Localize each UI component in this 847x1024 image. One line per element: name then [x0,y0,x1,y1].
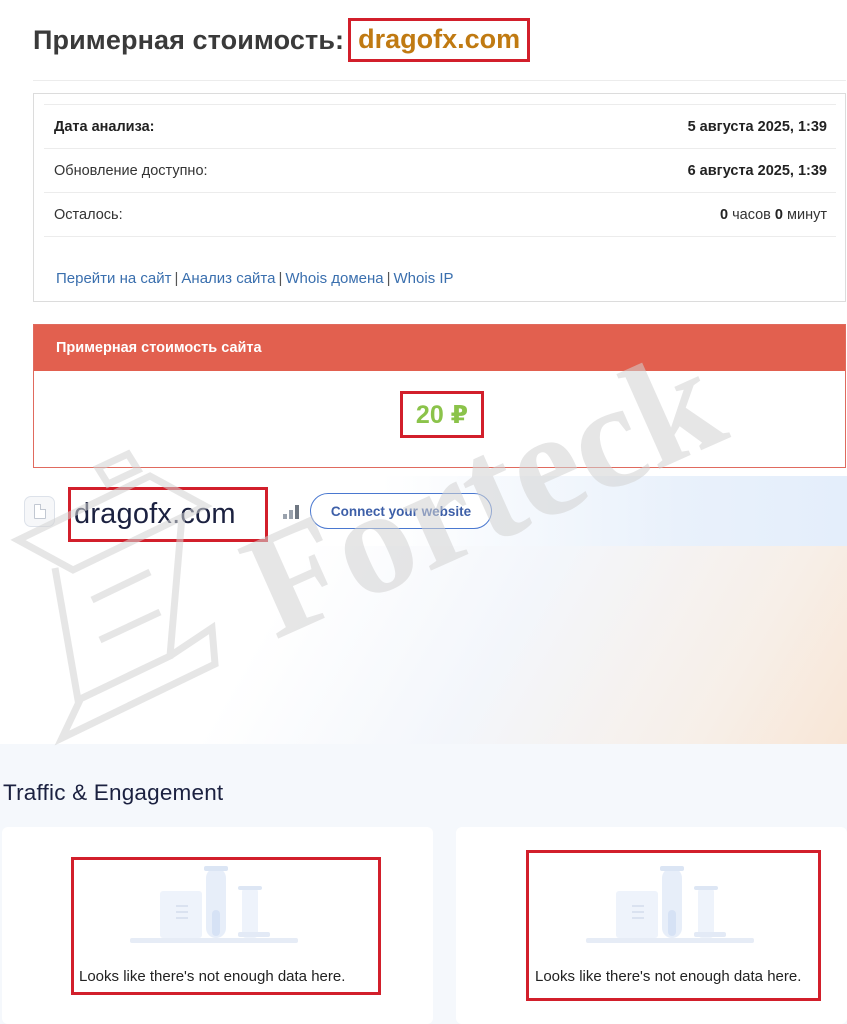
title-divider [33,80,846,81]
empty-state-message: Looks like there's not enough data here. [535,968,802,985]
title-domain: dragofx.com [348,18,531,62]
info-row-remaining: Осталось: 0 часов 0 минут [44,193,836,237]
info-row-analysis-date: Дата анализа: 5 августа 2025, 1:39 [44,105,836,149]
bar-chart-icon-bar [283,514,287,519]
info-value: 6 августа 2025, 1:39 [687,162,827,179]
estimate-value-highlight: 20 ₽ [400,391,484,438]
site-domain: dragofx.com [74,498,236,530]
site-links: Перейти на сайт | Анализ сайта | Whois домен… [56,270,454,287]
info-label: Дата анализа: [54,118,155,135]
link-whois-domain[interactable]: Whois домена [285,270,383,287]
remaining-minutes: 0 [774,206,783,223]
info-row-update-available: Обновление доступно: 6 августа 2025, 1:3… [44,149,836,193]
site-domain-highlight: dragofx.com [68,487,268,542]
bar-chart-icon [283,503,299,519]
remaining-hours-unit: часов [732,206,771,223]
remaining-value: 0 часов 0 минут [720,207,827,223]
link-whois-ip[interactable]: Whois IP [394,270,454,287]
info-label: Обновление доступно: [54,162,208,179]
bar-chart-icon-bar [295,505,299,519]
bar-chart-icon-bar [289,510,293,519]
analysis-info-panel: Дата анализа: 5 августа 2025, 1:39 Обнов… [33,93,846,302]
info-label: Осталось: [54,206,123,223]
estimate-panel: Примерная стоимость сайта 20 ₽ [33,324,846,468]
estimate-value: 20 ₽ [415,400,469,429]
site-favicon [24,496,55,527]
traffic-section-title: Traffic & Engagement [3,780,224,805]
link-go-to-site[interactable]: Перейти на сайт [56,270,172,287]
remaining-minutes-unit: минут [787,206,827,223]
estimate-header: Примерная стоимость сайта [34,325,845,371]
page-header: Примерная стоимость: dragofx.com [33,18,531,62]
link-separator: | [278,270,283,287]
info-value: 5 августа 2025, 1:39 [687,118,827,135]
remaining-hours: 0 [719,206,729,223]
link-separator: | [386,270,391,287]
page-title: Примерная стоимость: [33,24,345,55]
document-icon [33,503,46,519]
analysis-info-table: Дата анализа: 5 августа 2025, 1:39 Обнов… [44,104,836,237]
link-separator: | [174,270,179,287]
connect-website-button[interactable]: Connect your website [310,493,492,529]
link-site-analysis[interactable]: Анализ сайта [181,270,275,287]
empty-state-message: Looks like there's not enough data here. [79,968,346,985]
